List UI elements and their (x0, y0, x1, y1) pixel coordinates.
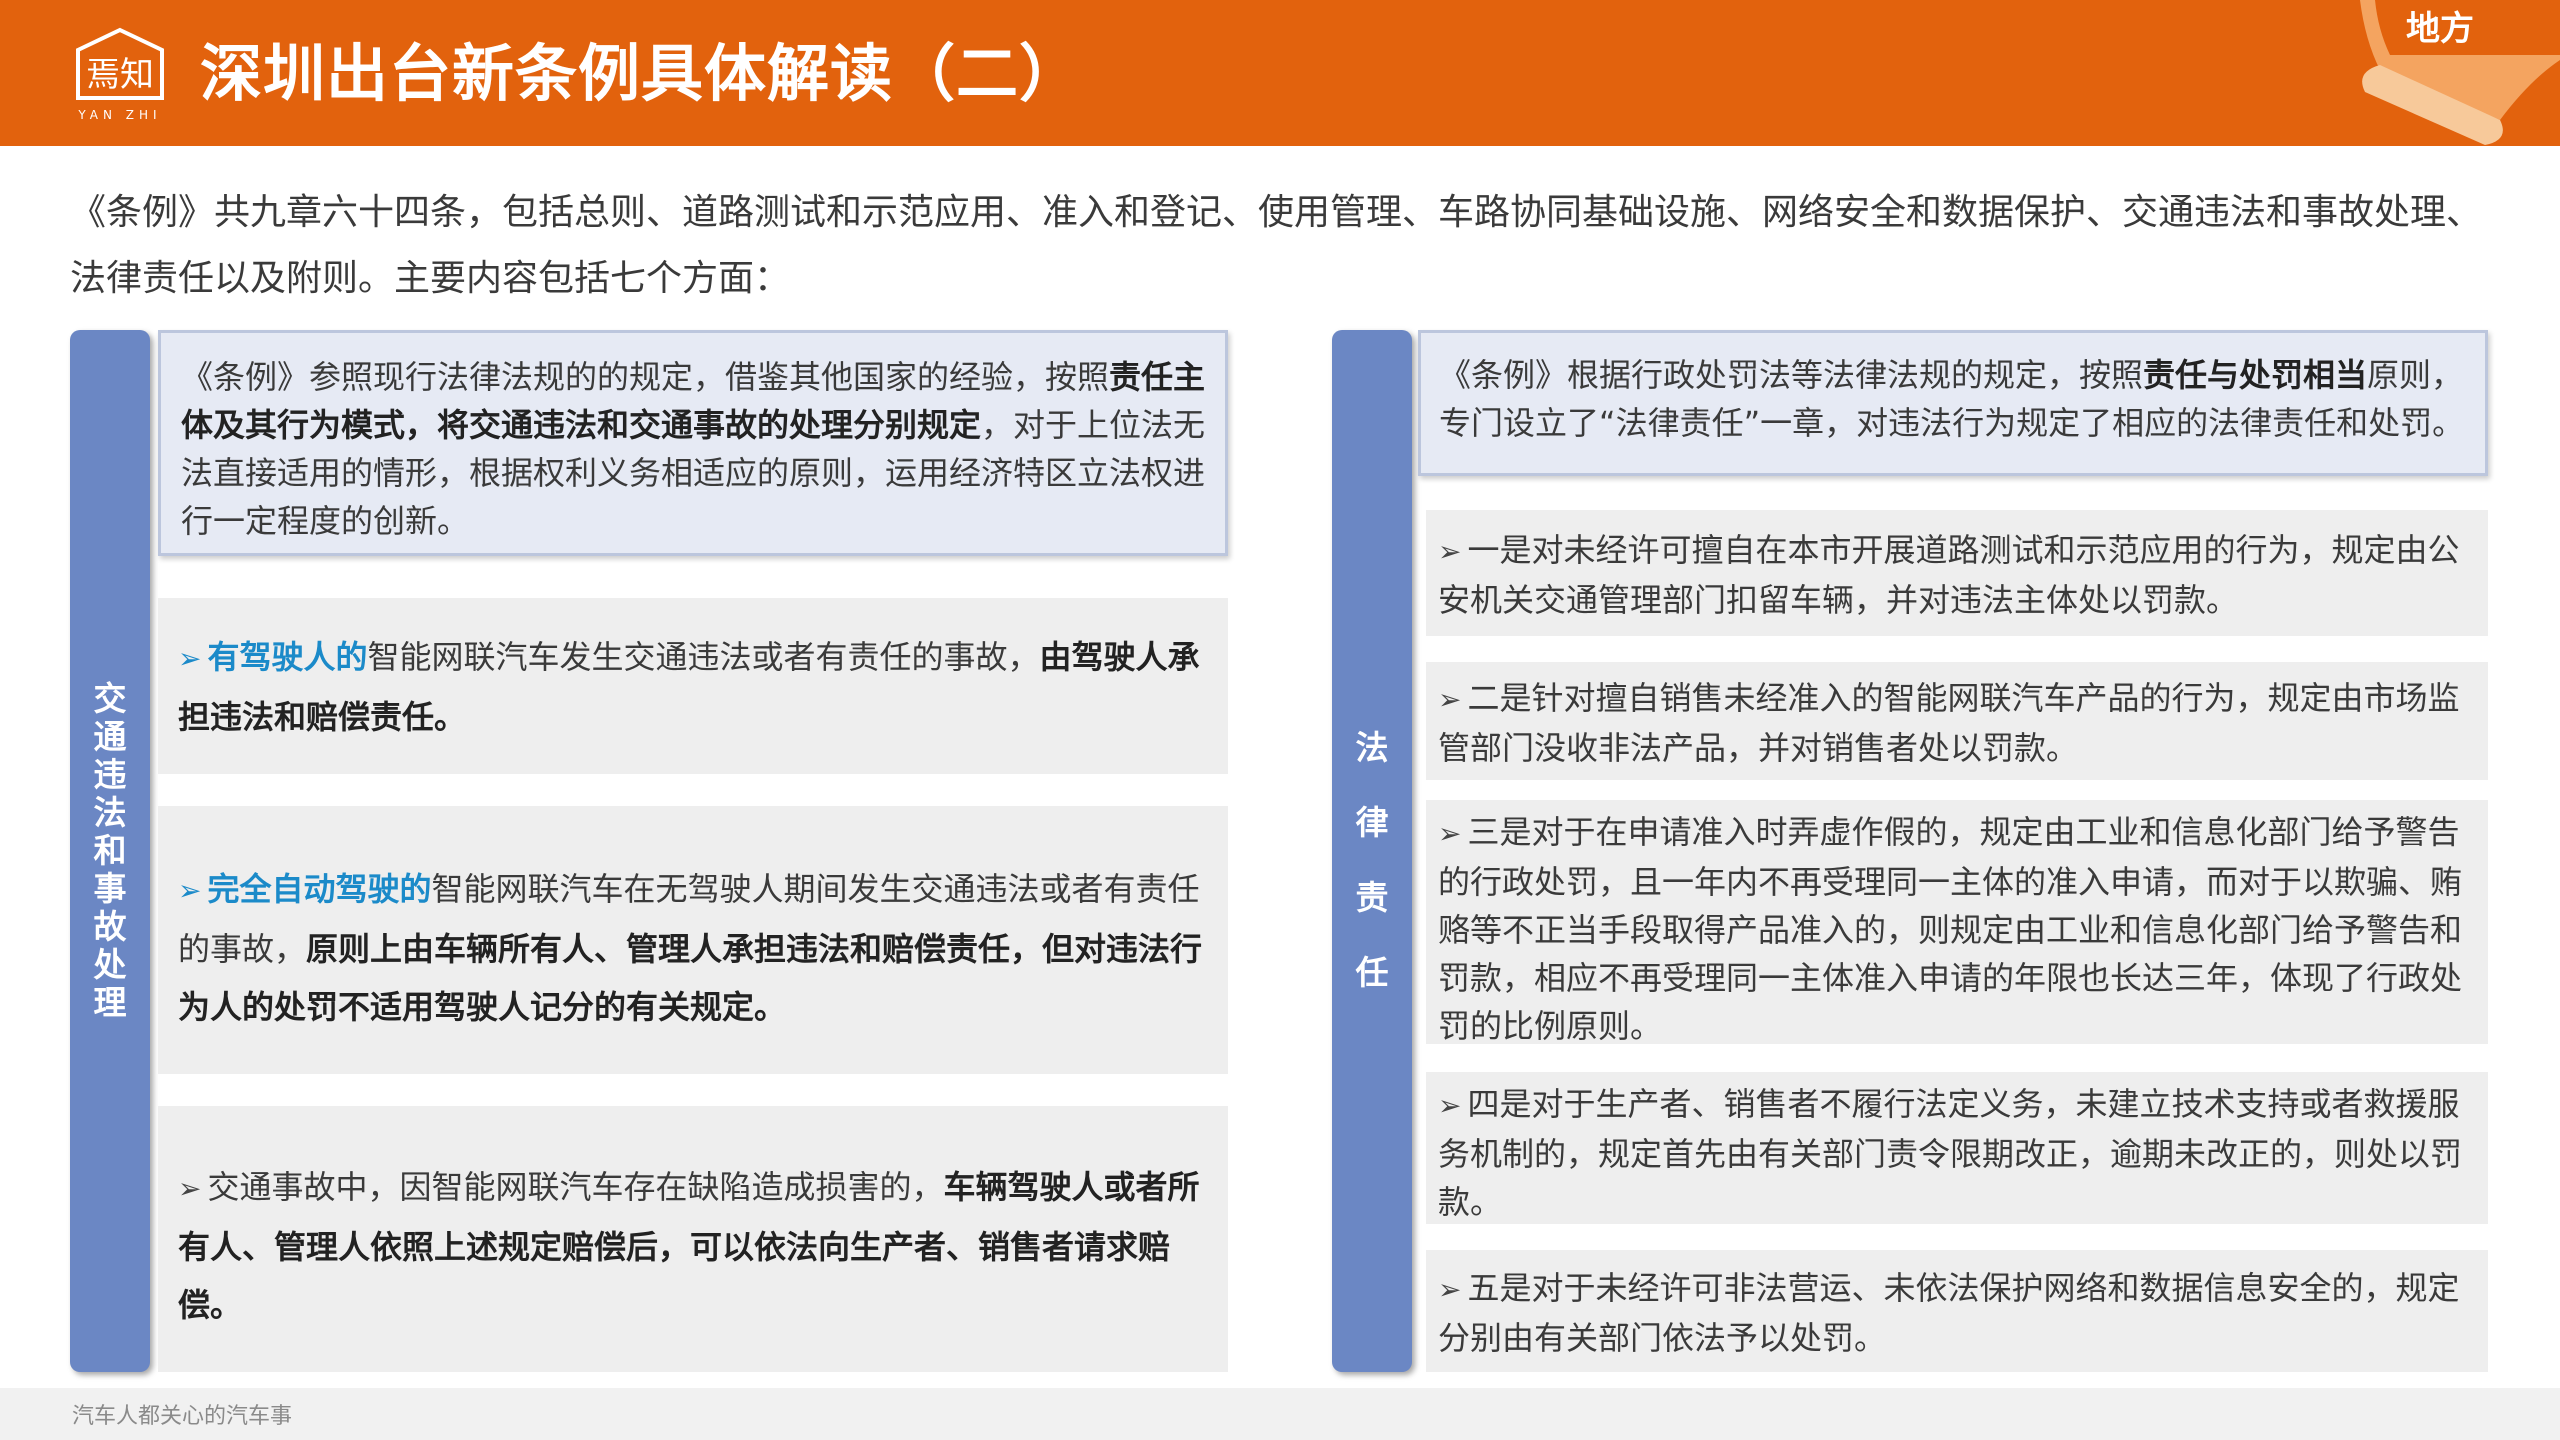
section-bar-label: 交通违法和事故处理 (70, 680, 150, 1022)
arrow-bullet-icon: ➢ (1438, 1273, 1462, 1306)
bar-label-char: 通 (93, 717, 127, 756)
arrow-bullet-icon: ➢ (1438, 817, 1462, 850)
arrow-bullet-icon: ➢ (178, 642, 202, 675)
section-bar-label: 法律责任 (1332, 710, 1412, 1010)
list-item-text: ➢ 五是对于未经许可非法营运、未依法保护网络和数据信息安全的，规定分别由有关部门依… (1438, 1269, 2460, 1357)
arrow-bullet-icon: ➢ (178, 1172, 202, 1205)
list-item: ➢ 四是对于生产者、销售者不履行法定义务，未建立技术支持或者救援服务机制的，规定首… (1426, 1072, 2488, 1224)
header-bar: 焉知 YAN ZHI 深圳出台新条例具体解读（二） (0, 0, 2560, 146)
list-item: ➢ 有驾驶人的智能网联汽车发生交通违法或者有责任的事故，由驾驶人承担违法和赔偿责任… (158, 598, 1228, 774)
logo-subtitle: YAN ZHI (78, 108, 162, 122)
bar-label-char: 理 (93, 983, 127, 1022)
list-item-text: ➢ 交通事故中，因智能网联汽车存在缺陷造成损害的，车辆驾驶人或者所有人、管理人依照… (178, 1168, 1200, 1324)
arrow-bullet-icon: ➢ (1438, 1089, 1462, 1122)
summary-box-traffic: 《条例》参照现行法律法规的的规定，借鉴其他国家的经验，按照责任主体及其行为模式，… (158, 330, 1228, 556)
footer: 汽车人都关心的汽车事 (0, 1388, 2560, 1440)
bar-label-char: 事 (93, 869, 127, 908)
bar-label-char: 故 (93, 907, 127, 946)
svg-text:焉知: 焉知 (86, 55, 154, 95)
arrow-bullet-icon: ➢ (178, 874, 202, 907)
list-item: ➢ 一是对未经许可擅自在本市开展道路测试和示范应用的行为，规定由公安机关交通管理部… (1426, 510, 2488, 636)
list-item: ➢ 完全自动驾驶的智能网联汽车在无驾驶人期间发生交通违法或者有责任的事故，原则上由… (158, 806, 1228, 1074)
bar-label-char: 责 (1355, 878, 1389, 917)
list-item: ➢ 交通事故中，因智能网联汽车存在缺陷造成损害的，车辆驾驶人或者所有人、管理人依照… (158, 1106, 1228, 1372)
arrow-bullet-icon: ➢ (1438, 683, 1462, 716)
bar-label-char: 和 (93, 831, 127, 870)
bar-label-char: 法 (93, 793, 127, 832)
section-bar-traffic: 交通违法和事故处理 (70, 330, 150, 1372)
list-item-text: ➢ 有驾驶人的智能网联汽车发生交通违法或者有责任的事故，由驾驶人承担违法和赔偿责任… (178, 638, 1200, 736)
arrow-bullet-icon: ➢ (1438, 535, 1462, 568)
list-item-text: ➢ 二是针对擅自销售未经准入的智能网联汽车产品的行为，规定由市场监管部门没收非法产… (1438, 679, 2460, 767)
region-label: 地方 (2406, 9, 2474, 49)
bar-label-char: 违 (93, 755, 127, 794)
list-item-text: ➢ 一是对未经许可擅自在本市开展道路测试和示范应用的行为，规定由公安机关交通管理部… (1438, 531, 2460, 619)
section-bar-legal: 法律责任 (1332, 330, 1412, 1372)
list-item: ➢ 二是针对擅自销售未经准入的智能网联汽车产品的行为，规定由市场监管部门没收非法产… (1426, 662, 2488, 780)
footer-slogan: 汽车人都关心的汽车事 (72, 1404, 293, 1429)
bar-label-char: 交 (93, 679, 127, 718)
logo: 焉知 YAN ZHI (70, 26, 170, 122)
page-title: 深圳出台新条例具体解读（二） (200, 37, 1083, 110)
list-item: ➢ 三是对于在申请准入时弄虚作假的，规定由工业和信息化部门给予警告的行政处罚，且一… (1426, 800, 2488, 1045)
summary-text: 《条例》参照现行法律法规的的规定，借鉴其他国家的经验，按照责任主体及其行为模式，… (181, 358, 1206, 540)
summary-box-legal: 《条例》根据行政处罚法等法律法规的规定，按照责任与处罚相当原则，专门设立了“法律… (1418, 330, 2488, 476)
bar-label-char: 任 (1355, 953, 1389, 992)
list-item-text: ➢ 三是对于在申请准入时弄虚作假的，规定由工业和信息化部门给予警告的行政处罚，且一… (1438, 813, 2463, 1045)
list-item-text: ➢ 四是对于生产者、销售者不履行法定义务，未建立技术支持或者救援服务机制的，规定首… (1438, 1085, 2463, 1221)
bar-label-char: 处 (93, 945, 127, 984)
bar-label-char: 律 (1355, 803, 1389, 842)
intro-paragraph: 《条例》共九章六十四条，包括总则、道路测试和示范应用、准入和登记、使用管理、车路… (70, 192, 2483, 299)
list-item: ➢ 五是对于未经许可非法营运、未依法保护网络和数据信息安全的，规定分别由有关部门依… (1426, 1250, 2488, 1372)
list-item-text: ➢ 完全自动驾驶的智能网联汽车在无驾驶人期间发生交通违法或者有责任的事故，原则上由… (178, 870, 1203, 1026)
summary-text: 《条例》根据行政处罚法等法律法规的规定，按照责任与处罚相当原则，专门设立了“法律… (1439, 356, 2465, 442)
logo-mark: 焉知 (76, 27, 164, 100)
bar-label-char: 法 (1355, 728, 1389, 767)
